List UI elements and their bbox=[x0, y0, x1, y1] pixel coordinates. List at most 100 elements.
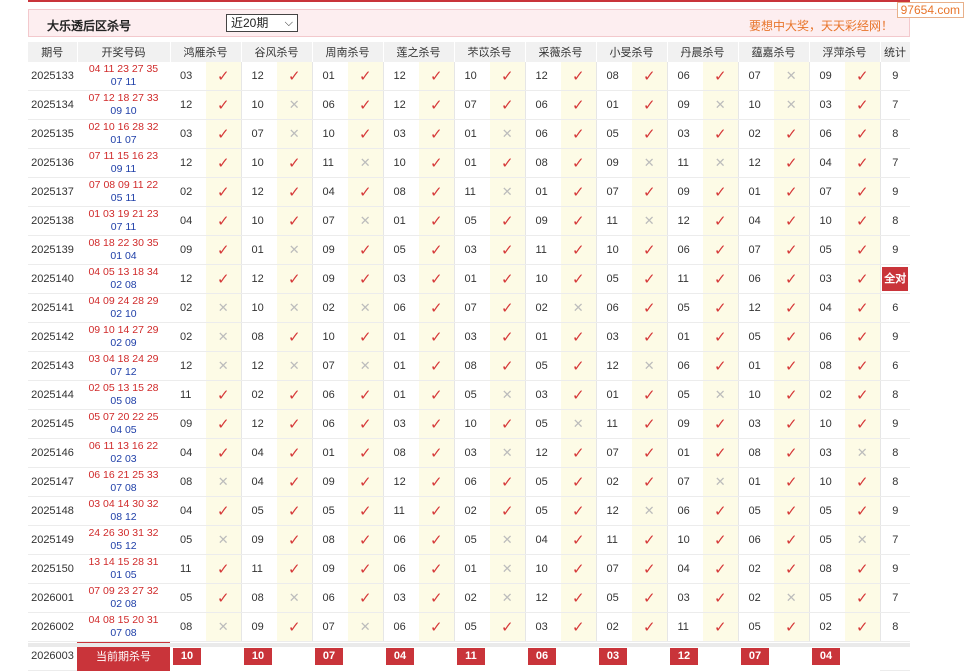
kill-number: 02 bbox=[596, 467, 632, 497]
draw-numbers: 03 04 14 30 32 08 12 bbox=[77, 496, 170, 526]
result-cell: ✓ bbox=[774, 264, 810, 294]
result-cell: ✓ bbox=[348, 554, 384, 584]
front-numbers: 06 16 21 25 33 bbox=[88, 469, 159, 481]
kill-number: 08 bbox=[596, 62, 632, 91]
kill-number: 07 bbox=[738, 62, 774, 91]
kill-number: 05 bbox=[738, 612, 774, 642]
column-header-expert[interactable]: 蕴嘉杀号 bbox=[738, 42, 810, 62]
kill-number: 06 bbox=[312, 409, 348, 439]
kill-number: 12 bbox=[241, 409, 277, 439]
kill-number: 05 bbox=[170, 525, 206, 555]
issue-number: 2025143 bbox=[28, 351, 77, 381]
kill-number: 01 bbox=[596, 90, 632, 120]
kill-number: 02 bbox=[170, 177, 206, 207]
check-icon: ✓ bbox=[855, 155, 869, 172]
column-header-expert[interactable]: 丹晨杀号 bbox=[667, 42, 739, 62]
result-cell: ✓ bbox=[419, 525, 455, 555]
result-cell: ✕ bbox=[348, 293, 384, 323]
result-cell: ✓ bbox=[206, 554, 242, 584]
kill-number: 03 bbox=[383, 119, 419, 149]
kill-number: 10 bbox=[383, 148, 419, 178]
check-icon: ✓ bbox=[855, 68, 869, 85]
check-icon: ✓ bbox=[713, 300, 727, 317]
check-icon: ✓ bbox=[429, 474, 443, 491]
kill-number: 05 bbox=[596, 119, 632, 149]
result-cell: ✓ bbox=[277, 438, 313, 468]
front-numbers: 01 03 19 21 23 bbox=[88, 208, 159, 220]
table-row: 2025143 03 04 18 24 29 07 12 12 ✕ 12 ✕ 07 ✕ 01 ✓ 08… bbox=[28, 351, 910, 381]
result-cell: ✓ bbox=[348, 119, 384, 149]
result-cell: ✕ bbox=[206, 525, 242, 555]
column-header-expert[interactable]: 鸿雁杀号 bbox=[170, 42, 242, 62]
result-cell: ✓ bbox=[348, 525, 384, 555]
issue-number: 2025134 bbox=[28, 90, 77, 120]
kill-number: 07 bbox=[596, 554, 632, 584]
check-icon: ✓ bbox=[287, 619, 301, 636]
result-cell: ✓ bbox=[561, 583, 597, 613]
cross-icon: ✕ bbox=[217, 358, 229, 373]
result-cell: ✓ bbox=[632, 177, 668, 207]
result-cell: ✕ bbox=[632, 351, 668, 381]
hit-count: 8 bbox=[880, 467, 910, 497]
table-row: 2025137 07 08 09 11 22 05 11 02 ✓ 12 ✓ 04 ✓ 08 ✓ 11… bbox=[28, 177, 910, 207]
result-cell: ✕ bbox=[277, 293, 313, 323]
check-icon: ✓ bbox=[713, 445, 727, 462]
kill-number: 10 bbox=[738, 380, 774, 410]
hit-count: 8 bbox=[880, 380, 910, 410]
check-icon: ✓ bbox=[287, 271, 301, 288]
range-select[interactable]: 近20期 ⌵ bbox=[226, 14, 298, 32]
kill-number: 06 bbox=[596, 293, 632, 323]
kill-number: 12 bbox=[241, 351, 277, 381]
kill-number: 01 bbox=[383, 380, 419, 410]
kill-number: 07 bbox=[809, 177, 845, 207]
kill-number: 01 bbox=[312, 62, 348, 91]
result-cell: ✓ bbox=[845, 177, 881, 207]
kill-number: 12 bbox=[170, 148, 206, 178]
column-header-expert[interactable]: 莲之杀号 bbox=[383, 42, 455, 62]
cross-icon: ✕ bbox=[501, 184, 513, 199]
check-icon: ✓ bbox=[358, 416, 372, 433]
result-cell: ✓ bbox=[419, 90, 455, 120]
column-header-expert[interactable]: 采薇杀号 bbox=[525, 42, 597, 62]
result-cell: ✓ bbox=[419, 351, 455, 381]
result-cell: ✓ bbox=[206, 583, 242, 613]
result-cell: ✓ bbox=[206, 409, 242, 439]
kill-number: 03 bbox=[383, 264, 419, 294]
draw-numbers: 01 03 19 21 23 07 11 bbox=[77, 206, 170, 236]
check-icon: ✓ bbox=[713, 561, 727, 578]
check-icon: ✓ bbox=[571, 97, 585, 114]
kill-number: 06 bbox=[667, 351, 703, 381]
result-cell: ✓ bbox=[206, 264, 242, 294]
check-icon: ✓ bbox=[713, 329, 727, 346]
column-header-expert[interactable]: 小旻杀号 bbox=[596, 42, 668, 62]
check-icon: ✓ bbox=[429, 590, 443, 607]
column-header-expert[interactable]: 浮萍杀号 bbox=[809, 42, 881, 62]
check-icon: ✓ bbox=[287, 416, 301, 433]
result-cell: ✓ bbox=[774, 496, 810, 526]
kill-number: 03 bbox=[383, 583, 419, 613]
column-header-expert[interactable]: 芣苡杀号 bbox=[454, 42, 526, 62]
kill-number: 10 bbox=[596, 235, 632, 265]
result-cell: ✕ bbox=[206, 322, 242, 352]
kill-number: 09 bbox=[809, 62, 845, 91]
kill-number: 09 bbox=[667, 90, 703, 120]
table-header-row: 期号 开奖号码 鸿雁杀号 谷风杀号 周南杀号 莲之杀号 芣苡杀号 采薇杀号 小旻杀号 丹晨杀号 蕴嘉… bbox=[28, 42, 911, 62]
kill-number: 06 bbox=[454, 467, 490, 497]
table-row: 2025141 04 09 24 28 29 02 10 02 ✕ 10 ✕ 02 ✕ 06 ✓ 07… bbox=[28, 293, 910, 323]
result-cell: ✓ bbox=[490, 612, 526, 642]
column-header-expert[interactable]: 周南杀号 bbox=[312, 42, 384, 62]
column-header-stats: 统计 bbox=[880, 42, 911, 62]
check-icon: ✓ bbox=[784, 271, 798, 288]
check-icon: ✓ bbox=[358, 532, 372, 549]
kill-number: 02 bbox=[809, 612, 845, 642]
check-icon: ✓ bbox=[500, 68, 514, 85]
column-header-expert[interactable]: 谷风杀号 bbox=[241, 42, 313, 62]
back-numbers: 04 05 bbox=[110, 424, 137, 436]
result-cell: ✓ bbox=[348, 322, 384, 352]
range-select-value: 近20期 bbox=[231, 16, 269, 30]
result-cell: ✕ bbox=[632, 206, 668, 236]
kill-number: 03 bbox=[667, 119, 703, 149]
kill-number: 06 bbox=[667, 235, 703, 265]
result-cell: ✓ bbox=[490, 148, 526, 178]
check-icon: ✓ bbox=[642, 590, 656, 607]
